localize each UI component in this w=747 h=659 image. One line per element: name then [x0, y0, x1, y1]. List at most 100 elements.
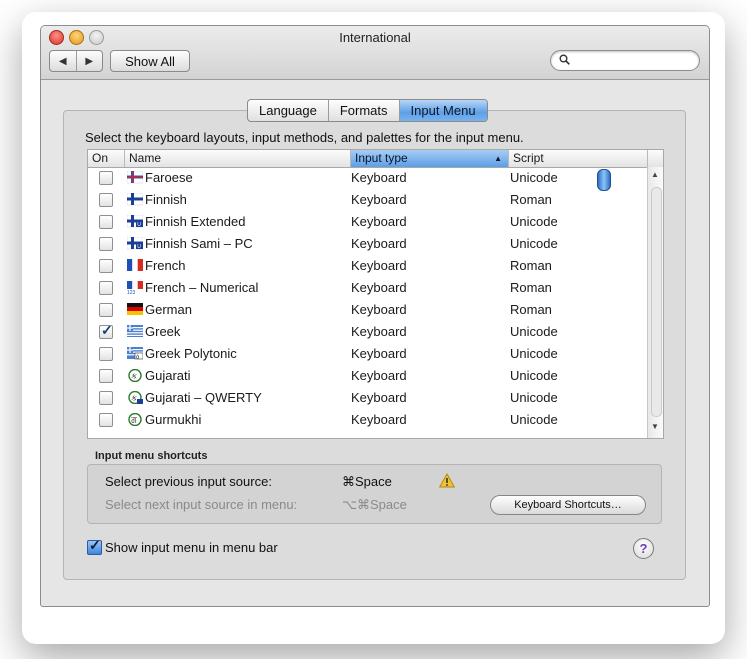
checkmark-icon: ✓	[101, 322, 113, 338]
show-input-menu-checkbox[interactable]: ✓	[87, 537, 102, 555]
input-sources-table: On Name Input type ▲ Script Faroese Keybo…	[87, 149, 664, 439]
back-button[interactable]: ◀	[50, 51, 76, 71]
table-row[interactable]: French Keyboard Roman	[88, 255, 647, 277]
enable-checkbox[interactable]	[99, 347, 113, 361]
tab-input-menu[interactable]: Input Menu	[398, 100, 487, 121]
gujarati-flag-icon: ક	[128, 369, 142, 382]
input-type-cell: Keyboard	[351, 412, 407, 427]
scroll-up-arrow-icon[interactable]: ▲	[651, 170, 659, 179]
input-type-cell: Keyboard	[351, 258, 407, 273]
input-type-cell: Keyboard	[351, 214, 407, 229]
column-header-input-type[interactable]: Input type ▲	[350, 150, 508, 167]
search-field[interactable]	[550, 50, 700, 71]
finnish-sami-flag-icon: U	[127, 237, 143, 250]
script-cell: Roman	[510, 280, 552, 295]
script-cell: Roman	[510, 258, 552, 273]
column-header-input-type-label: Input type	[355, 151, 408, 165]
script-cell: Roman	[510, 302, 552, 317]
script-cell: Unicode	[510, 214, 558, 229]
greek-poly-flag-icon: ά	[127, 347, 143, 360]
show-input-menu-label[interactable]: Show input menu in menu bar	[105, 540, 278, 555]
table-rows: Faroese Keyboard Unicode Finnish Keyboard Rom…	[88, 167, 647, 438]
input-type-cell: Keyboard	[351, 170, 407, 185]
column-header-corner	[647, 150, 663, 167]
enable-checkbox[interactable]	[99, 391, 113, 405]
search-icon	[559, 54, 570, 65]
next-source-shortcut: ⌥⌘Space	[342, 497, 407, 512]
column-header-script[interactable]: Script	[508, 150, 647, 167]
table-row[interactable]: ਗ Gurmukhi Keyboard Unicode	[88, 409, 647, 431]
table-row[interactable]: U Finnish Extended Keyboard Unicode	[88, 211, 647, 233]
enable-checkbox[interactable]	[99, 215, 113, 229]
scroll-track[interactable]	[651, 187, 662, 417]
input-source-name: Finnish	[145, 192, 187, 207]
svg-text:123: 123	[127, 290, 136, 294]
script-cell: Unicode	[510, 390, 558, 405]
enable-checkbox[interactable]	[99, 413, 113, 427]
input-source-name: German	[145, 302, 192, 317]
input-source-name: Greek	[145, 324, 181, 339]
enable-checkbox[interactable]	[99, 281, 113, 295]
table-row[interactable]: Finnish Keyboard Roman	[88, 189, 647, 211]
svg-text:U: U	[137, 244, 141, 250]
forward-button[interactable]: ▶	[75, 51, 103, 71]
preferences-window: International ◀ ▶ Show All Language Form…	[40, 25, 710, 607]
input-source-name: French – Numerical	[145, 280, 259, 295]
keyboard-shortcuts-button[interactable]: Keyboard Shortcuts…	[490, 495, 646, 515]
finnish-ext-flag-icon: U	[127, 215, 143, 228]
input-type-cell: Keyboard	[351, 324, 407, 339]
table-row[interactable]: ક Gujarati – QWERTY Keyboard Unicode	[88, 387, 647, 409]
svg-text:U: U	[137, 222, 141, 228]
enable-checkbox[interactable]	[99, 171, 113, 185]
table-row[interactable]: ✓ Greek Keyboard Unicode	[88, 321, 647, 343]
table-row[interactable]: Faroese Keyboard Unicode	[88, 167, 647, 189]
table-row[interactable]: U Finnish Sami – PC Keyboard Unicode	[88, 233, 647, 255]
enable-checkbox[interactable]	[99, 237, 113, 251]
input-source-name: French	[145, 258, 186, 273]
svg-text:ਗ: ਗ	[130, 416, 137, 425]
input-type-cell: Keyboard	[351, 192, 407, 207]
script-cell: Unicode	[510, 170, 558, 185]
enable-checkbox[interactable]	[99, 303, 113, 317]
checkmark-icon: ✓	[89, 537, 101, 553]
input-source-name: Faroese	[145, 170, 193, 185]
script-cell: Unicode	[510, 236, 558, 251]
sort-ascending-icon: ▲	[494, 154, 502, 163]
enable-checkbox[interactable]: ✓	[99, 322, 113, 339]
german-flag-icon	[127, 303, 143, 315]
enable-checkbox[interactable]	[99, 259, 113, 273]
french-num-flag-icon: 123	[127, 281, 143, 294]
previous-source-label: Select previous input source:	[105, 474, 272, 489]
table-row[interactable]: 123 French – Numerical Keyboard Roman	[88, 277, 647, 299]
scroll-thumb[interactable]	[597, 169, 611, 191]
shortcuts-group-title: Input menu shortcuts	[95, 450, 208, 462]
column-header-name[interactable]: Name	[124, 150, 350, 167]
finnish-flag-icon	[127, 193, 143, 206]
scroll-down-arrow-icon[interactable]: ▼	[651, 422, 659, 431]
column-header-on[interactable]: On	[88, 150, 124, 167]
table-scrollbar[interactable]: ▲ ▼	[647, 167, 663, 438]
tab-formats[interactable]: Formats	[327, 100, 399, 121]
table-row[interactable]: German Keyboard Roman	[88, 299, 647, 321]
enable-checkbox[interactable]	[99, 369, 113, 383]
next-source-label: Select next input source in menu:	[105, 497, 298, 512]
script-cell: Unicode	[510, 412, 558, 427]
greek-flag-icon	[127, 325, 143, 337]
table-row[interactable]: ક Gujarati Keyboard Unicode	[88, 365, 647, 387]
back-forward-control: ◀ ▶	[49, 50, 103, 72]
warning-icon	[439, 473, 455, 488]
gurmukhi-flag-icon: ਗ	[128, 413, 142, 426]
faroese-flag-icon	[127, 171, 143, 184]
table-row[interactable]: ά Greek Polytonic Keyboard Unicode	[88, 343, 647, 365]
show-all-button[interactable]: Show All	[110, 50, 190, 72]
script-cell: Unicode	[510, 368, 558, 383]
svg-text:ક: ક	[131, 394, 137, 403]
help-button[interactable]: ?	[633, 538, 654, 559]
tab-language[interactable]: Language	[248, 100, 328, 121]
gujarati-qwerty-flag-icon: ક	[128, 391, 143, 404]
enable-checkbox[interactable]	[99, 193, 113, 207]
input-type-cell: Keyboard	[351, 390, 407, 405]
input-source-name: Finnish Sami – PC	[145, 236, 253, 251]
input-source-name: Gujarati	[145, 368, 191, 383]
input-source-name: Gurmukhi	[145, 412, 202, 427]
